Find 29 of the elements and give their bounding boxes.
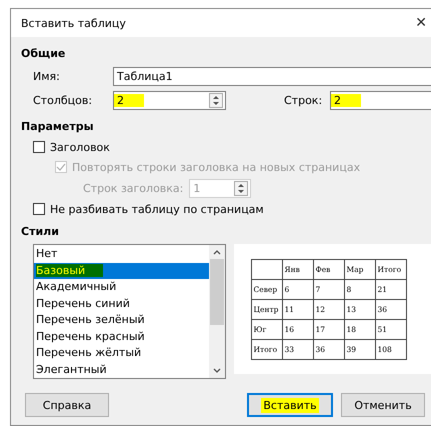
checkbox-label[interactable]: Не разбивать таблицу по страницам: [50, 202, 264, 216]
dialog-button[interactable]: Вставить: [247, 393, 333, 417]
list-item[interactable]: Базовый: [34, 262, 210, 279]
name-field[interactable]: Таблица1: [113, 66, 431, 86]
list-item[interactable]: Перечень красный: [34, 328, 210, 345]
spin-arrows-icon[interactable]: [209, 92, 223, 108]
list-item[interactable]: Перечень жёлтый: [34, 345, 210, 362]
field-label: Имя:: [33, 70, 61, 82]
list-item[interactable]: Перечень синий: [34, 296, 210, 312]
list-item[interactable]: Перечень зелёный: [34, 312, 210, 328]
window-title: Вставить таблицу: [21, 16, 126, 30]
scrollbar-thumb[interactable]: [210, 259, 224, 325]
list-item[interactable]: Нет: [34, 246, 210, 262]
section-heading: Общие: [21, 47, 66, 60]
field-label: Столбцов:: [33, 94, 94, 106]
rows-field[interactable]: 2: [330, 90, 431, 110]
section-heading: Стили: [21, 225, 60, 238]
list-item[interactable]: Академичный: [34, 279, 210, 296]
close-button[interactable]: ✕: [415, 15, 427, 31]
field-label: Строк:: [284, 94, 324, 106]
field-label: Строк заголовка:: [83, 182, 184, 194]
dialog-button[interactable]: Справка: [25, 393, 109, 417]
checkbox[interactable]: [33, 141, 45, 153]
list-item[interactable]: Элегантный: [34, 362, 210, 378]
dialog-button[interactable]: Отменить: [341, 393, 425, 417]
checkbox-label[interactable]: Заголовок: [50, 140, 110, 154]
section-heading: Параметры: [21, 120, 95, 133]
columns-field[interactable]: 2: [113, 90, 226, 110]
checkbox[interactable]: [33, 203, 45, 215]
